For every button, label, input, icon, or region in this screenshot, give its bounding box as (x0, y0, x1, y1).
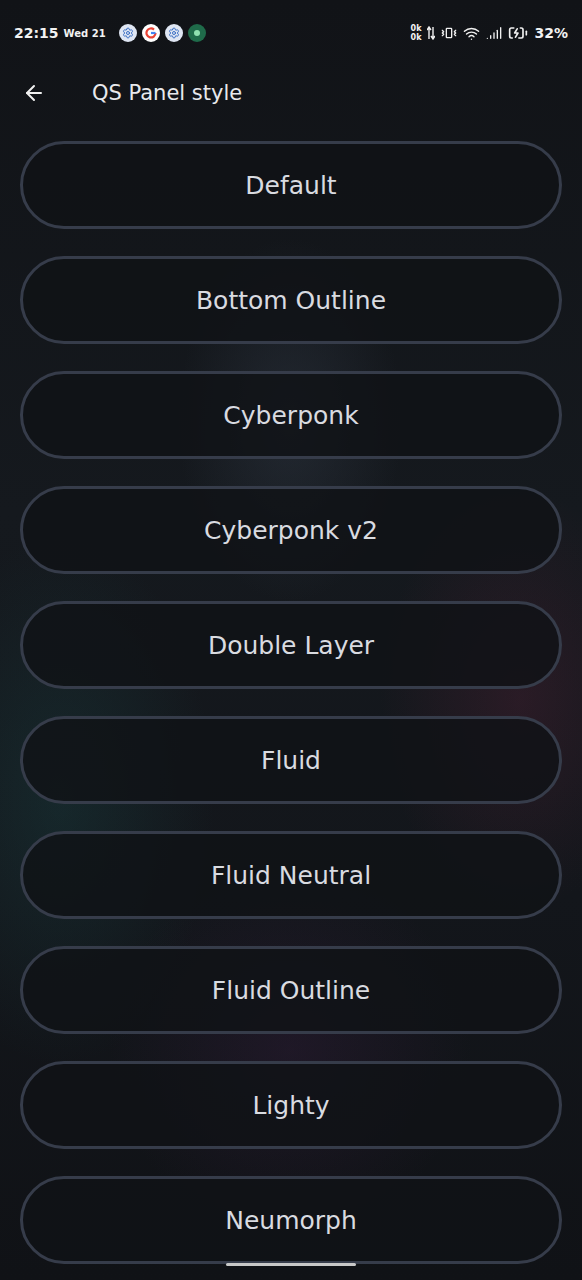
screen: 22:15 Wed 21 0k0k 32% QS Panel style Default B… (0, 0, 582, 1280)
style-list: Default Bottom Outline Cyberponk Cyberponk … (0, 120, 582, 1264)
google-icon (142, 24, 160, 42)
style-option-button[interactable]: Fluid Neutral (20, 831, 562, 919)
vibrate-icon (441, 25, 457, 41)
settings-notification-icon (119, 24, 137, 42)
network-speed: 0k0k (411, 24, 422, 42)
style-option-button[interactable]: Lighty (20, 1061, 562, 1149)
style-option-button[interactable]: Cyberponk v2 (20, 486, 562, 574)
status-time: 22:15 (14, 25, 59, 41)
back-arrow-icon (22, 81, 46, 105)
style-option-button[interactable]: Bottom Outline (20, 256, 562, 344)
data-arrows-icon (427, 26, 435, 40)
status-date: Wed 21 (64, 28, 106, 39)
signal-icon (486, 25, 502, 41)
app-notification-icon (188, 24, 206, 42)
settings-notification-icon (165, 24, 183, 42)
back-button[interactable] (20, 79, 48, 107)
battery-icon (508, 23, 528, 43)
style-option-button[interactable]: Fluid Outline (20, 946, 562, 1034)
style-option-button[interactable]: Cyberponk (20, 371, 562, 459)
top-app-bar: QS Panel style (0, 66, 582, 120)
style-option-button[interactable]: Fluid (20, 716, 562, 804)
style-option-button[interactable]: Neumorph (20, 1176, 562, 1264)
battery-level: 32% (534, 25, 568, 41)
wifi-icon (463, 25, 480, 42)
gesture-bar[interactable] (226, 1263, 356, 1266)
style-option-button[interactable]: Double Layer (20, 601, 562, 689)
status-bar: 22:15 Wed 21 0k0k 32% (0, 0, 582, 66)
page-title: QS Panel style (92, 81, 242, 105)
style-option-button[interactable]: Default (20, 141, 562, 229)
